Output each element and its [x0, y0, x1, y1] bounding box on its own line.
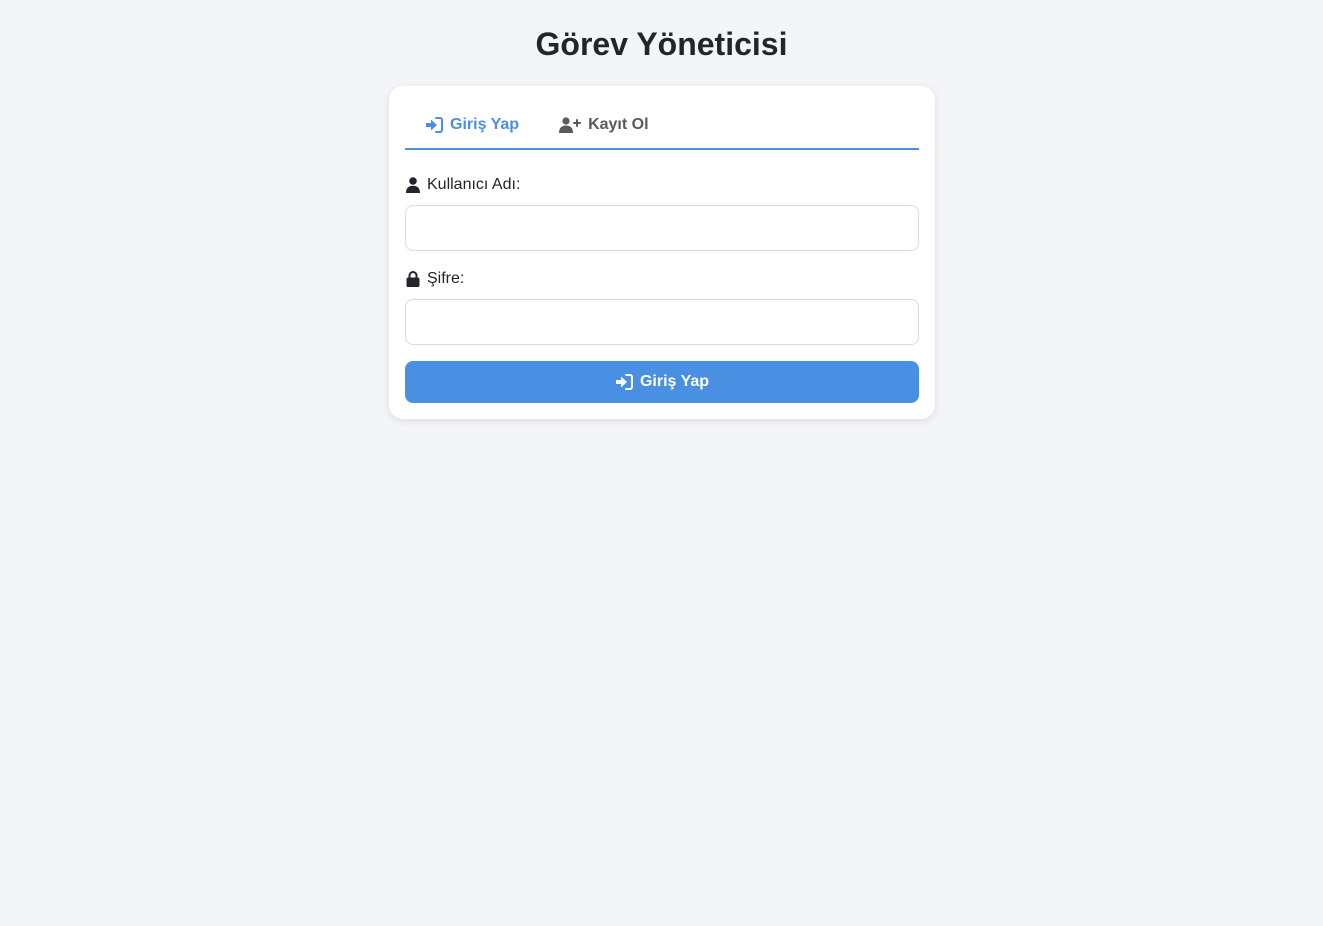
sign-in-icon	[425, 116, 443, 134]
password-input[interactable]	[405, 299, 919, 345]
username-label: Kullanıcı Adı:	[405, 175, 520, 195]
lock-icon	[405, 271, 420, 288]
page-title: Görev Yöneticisi	[535, 26, 788, 62]
username-label-text: Kullanıcı Adı:	[427, 176, 521, 193]
auth-tabs: Giriş Yap Kayıt Ol	[405, 102, 919, 150]
login-card: Giriş Yap Kayıt Ol Kullanıcı Adı: Şifre:…	[389, 86, 935, 419]
username-input[interactable]	[405, 205, 919, 251]
user-plus-icon	[559, 116, 582, 134]
sign-in-icon	[615, 373, 633, 391]
tab-login[interactable]: Giriş Yap	[405, 102, 540, 150]
user-icon	[405, 177, 420, 194]
password-label: Şifre:	[405, 269, 464, 289]
login-submit-button[interactable]: Giriş Yap	[405, 361, 919, 403]
tab-login-label: Giriş Yap	[450, 116, 520, 133]
tab-register-label: Kayıt Ol	[588, 116, 649, 133]
password-label-text: Şifre:	[427, 270, 465, 287]
tab-register[interactable]: Kayıt Ol	[539, 102, 668, 148]
login-submit-label: Giriş Yap	[639, 373, 710, 390]
